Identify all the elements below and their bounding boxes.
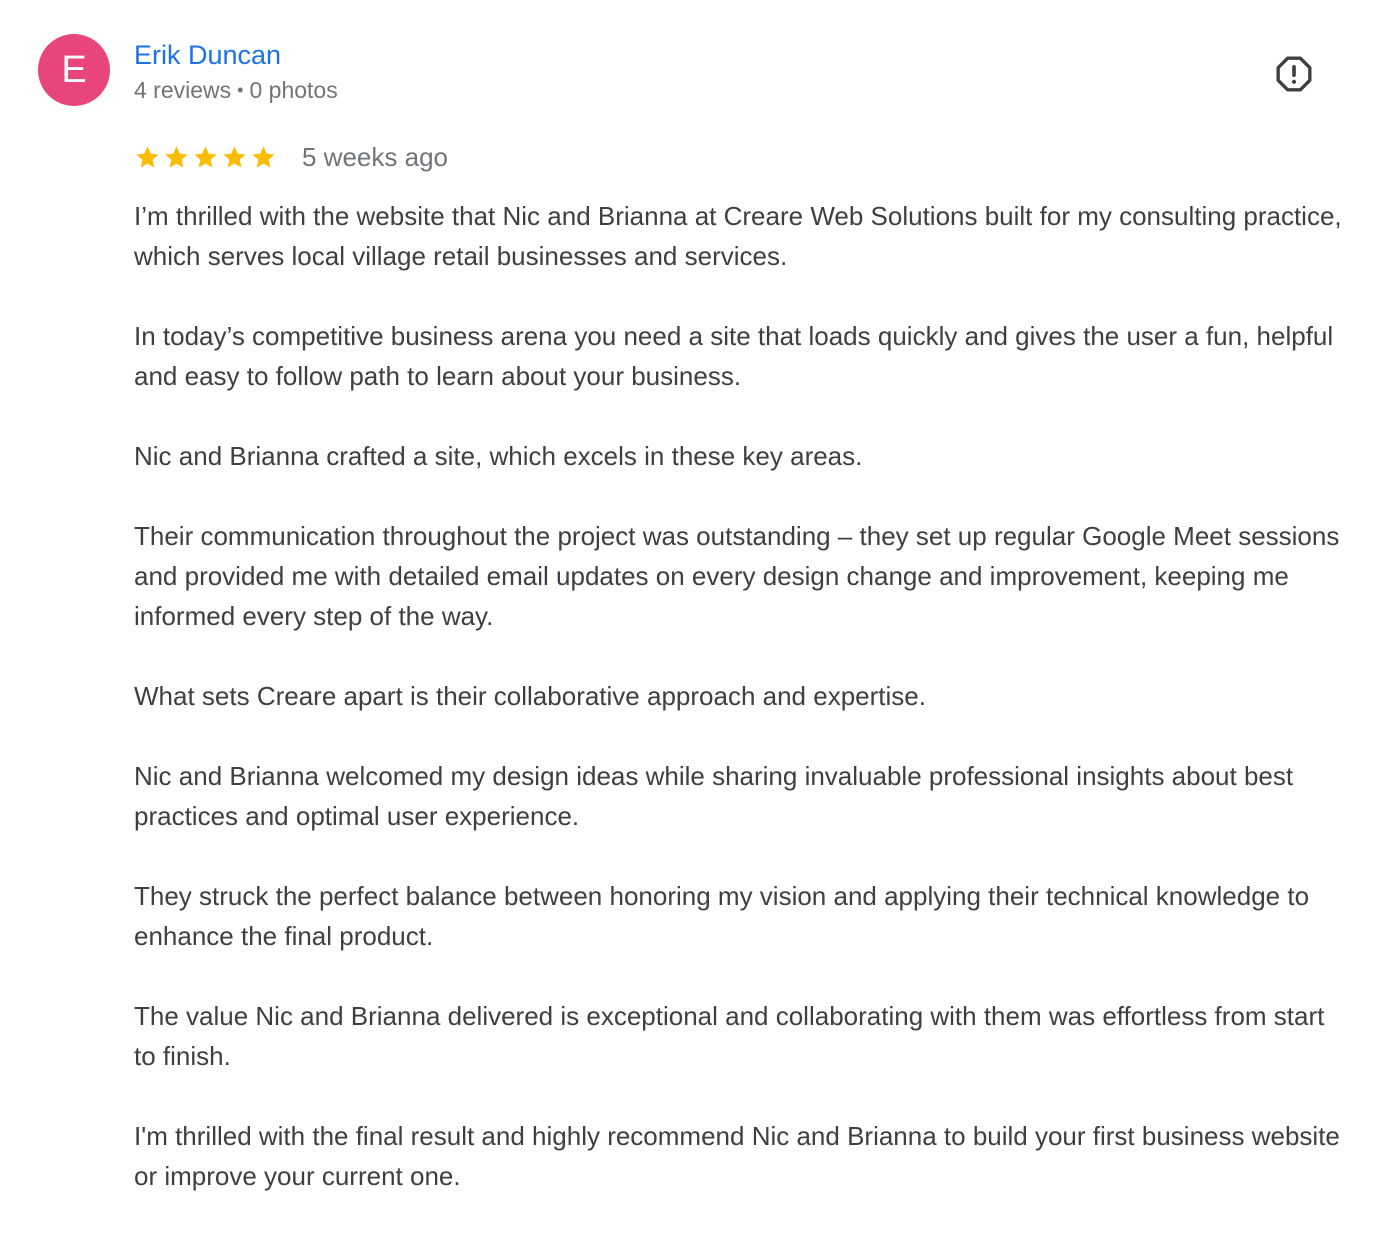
rating-row: 5 weeks ago — [134, 140, 448, 174]
avatar[interactable]: E — [38, 34, 110, 106]
photo-count: 0 photos — [249, 77, 338, 103]
review-paragraph: What sets Creare apart is their collabor… — [134, 681, 926, 711]
review-card: E Erik Duncan 4 reviews • 0 photos 5 weeks… — [0, 0, 1384, 1224]
star-icon — [252, 145, 275, 168]
review-paragraph: The value Nic and Brianna delivered is e… — [134, 1001, 1325, 1071]
review-paragraph: Nic and Brianna welcomed my design ideas… — [134, 761, 1294, 831]
review-paragraph: I'm thrilled with the final result and h… — [134, 1121, 1340, 1191]
review-paragraph: In today’s competitive business arena yo… — [134, 321, 1334, 391]
report-flag-icon — [1276, 56, 1312, 92]
star-icon — [136, 145, 159, 168]
star-icon — [194, 145, 217, 168]
star-icon — [165, 145, 188, 168]
review-paragraph: Nic and Brianna crafted a site, which ex… — [134, 441, 863, 471]
star-rating — [134, 144, 279, 171]
review-paragraph: I’m thrilled with the website that Nic a… — [134, 201, 1342, 271]
review-paragraph: They struck the perfect balance between … — [134, 881, 1310, 951]
review-text: I’m thrilled with the website that Nic a… — [134, 196, 1344, 1236]
meta-separator: • — [237, 80, 244, 100]
review-date: 5 weeks ago — [302, 142, 448, 172]
star-icon — [223, 145, 246, 168]
review-paragraph: Their communication throughout the proje… — [134, 521, 1340, 631]
author-name-link[interactable]: Erik Duncan — [134, 38, 281, 72]
review-count: 4 reviews — [134, 77, 232, 103]
report-review-button[interactable] — [1270, 50, 1318, 98]
avatar-initial: E — [61, 49, 87, 91]
author-meta: 4 reviews • 0 photos — [134, 75, 338, 105]
